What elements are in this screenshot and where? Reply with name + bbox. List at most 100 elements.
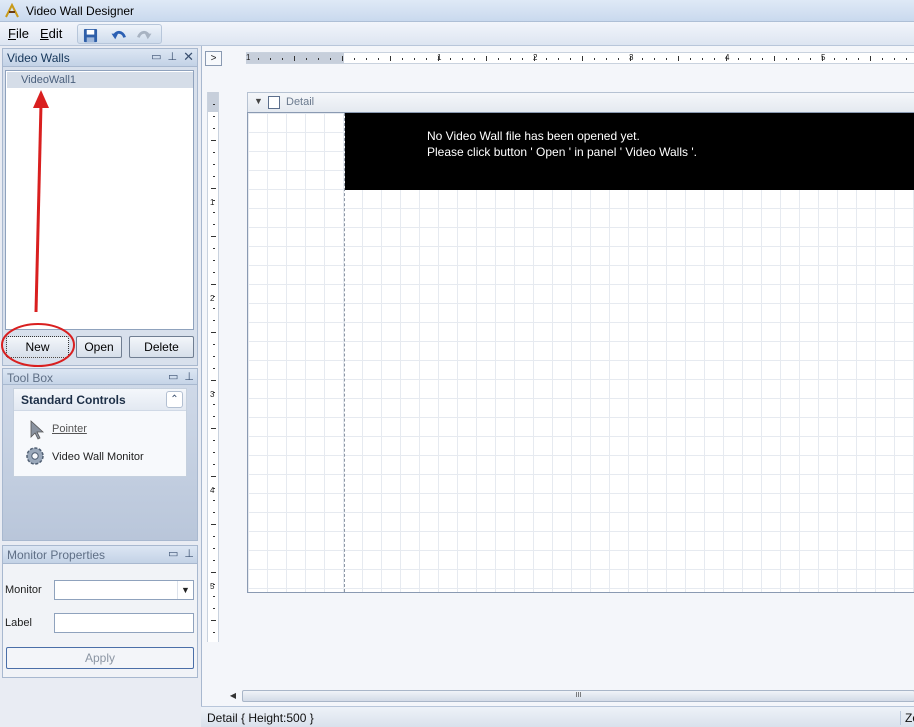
- ruler-tick: [606, 58, 607, 60]
- float-icon[interactable]: ▭: [168, 371, 178, 383]
- ruler-tick: [213, 416, 215, 417]
- ruler-tick: [213, 404, 215, 405]
- ruler-tick: [213, 512, 215, 513]
- ruler-tick: [213, 104, 215, 105]
- ruler-tick: [498, 58, 499, 60]
- video-walls-panel-title: Video Walls: [7, 51, 70, 65]
- detail-band-title: Detail: [286, 96, 315, 108]
- ruler-tick: [213, 560, 215, 561]
- ruler-tick: [213, 464, 215, 465]
- undo-button[interactable]: [110, 26, 128, 44]
- ruler-tick: [213, 272, 215, 273]
- video-walls-list[interactable]: VideoWall1: [5, 70, 194, 330]
- menu-file-accesskey: F: [8, 26, 16, 41]
- ruler-tick: [213, 632, 215, 633]
- ruler-tick: [522, 58, 523, 60]
- ruler-tick: [213, 536, 215, 537]
- toolbox-panel-title: Tool Box: [7, 371, 54, 385]
- ruler-tick: [258, 58, 259, 60]
- pin-icon[interactable]: ⊥: [168, 51, 178, 63]
- ruler-tick: [211, 620, 216, 621]
- apply-button[interactable]: Apply: [6, 647, 194, 669]
- collapse-icon[interactable]: ⌃: [166, 391, 183, 408]
- ruler-corner-button[interactable]: >: [205, 51, 222, 66]
- ruler-tick: [726, 56, 727, 61]
- ruler-tick: [822, 56, 823, 61]
- open-button[interactable]: Open: [76, 336, 122, 358]
- list-item[interactable]: VideoWall1: [7, 72, 193, 88]
- ruler-tick: [213, 452, 215, 453]
- ruler-tick: [678, 56, 679, 61]
- save-button[interactable]: [81, 26, 99, 44]
- detail-band-header[interactable]: ▼ Detail: [247, 92, 914, 112]
- ruler-tick: [213, 176, 215, 177]
- ruler-tick: [213, 308, 215, 309]
- ruler-tick: [546, 58, 547, 60]
- title-bar: Video Wall Designer: [0, 0, 914, 22]
- ruler-tick: [474, 58, 475, 60]
- ruler-tick: [213, 608, 215, 609]
- scroll-thumb[interactable]: III: [242, 690, 914, 702]
- quick-toolbar: [77, 24, 162, 44]
- message-line-2: Please click button ' Open ' in panel ' …: [427, 145, 697, 159]
- new-button[interactable]: New: [6, 336, 69, 358]
- vertical-ruler: 1 2 3 4 5: [207, 92, 219, 642]
- ruler-margin-shade: [208, 92, 218, 112]
- ruler-tick: [213, 584, 215, 585]
- ruler-tick: [211, 380, 216, 381]
- menu-edit-label: dit: [48, 26, 63, 41]
- collapse-triangle-icon[interactable]: ▼: [254, 96, 263, 106]
- pin-icon[interactable]: ⊥: [184, 371, 194, 383]
- ruler-tick: [213, 344, 215, 345]
- tool-video-wall-monitor-label: Video Wall Monitor: [52, 451, 144, 463]
- ruler-tick: [366, 58, 367, 60]
- ruler-tick: [714, 58, 715, 60]
- ruler-tick: [213, 488, 215, 489]
- ruler-tick: [762, 58, 763, 60]
- ruler-tick: [846, 58, 847, 60]
- scroll-left-icon[interactable]: ◀: [226, 689, 240, 703]
- monitor-properties-panel-title: Monitor Properties: [7, 548, 106, 562]
- horizontal-scrollbar[interactable]: ◀ III: [226, 689, 914, 703]
- ruler-tick: [354, 58, 355, 60]
- window-title: Video Wall Designer: [26, 4, 135, 18]
- menu-edit[interactable]: Edit: [40, 26, 62, 41]
- close-icon[interactable]: ✕: [183, 50, 194, 63]
- ruler-tick: [558, 58, 559, 60]
- menu-file[interactable]: File: [8, 26, 29, 41]
- monitor-select[interactable]: ▼: [54, 580, 194, 600]
- redo-icon: [137, 30, 152, 39]
- pointer-icon: [30, 420, 45, 440]
- float-icon[interactable]: ▭: [168, 548, 178, 560]
- ruler-tick: [774, 56, 775, 61]
- ruler-tick: [213, 224, 215, 225]
- ruler-tick: [211, 428, 216, 429]
- float-icon[interactable]: ▭: [151, 51, 161, 63]
- ruler-tick: [810, 58, 811, 60]
- ruler-tick: [213, 320, 215, 321]
- ruler-tick: [486, 56, 487, 61]
- redo-button[interactable]: [135, 26, 153, 44]
- ruler-tick: [402, 58, 403, 60]
- ruler-tick: [211, 188, 216, 189]
- pin-icon[interactable]: ⊥: [184, 548, 194, 560]
- standard-controls-header[interactable]: Standard Controls ⌃: [14, 389, 186, 411]
- chevron-down-icon[interactable]: ▼: [177, 581, 193, 599]
- ruler-tick: [213, 260, 215, 261]
- status-bar: Detail { Height:500 } Zo: [201, 706, 914, 727]
- ruler-tick: [211, 572, 216, 573]
- ruler-tick: [318, 58, 319, 60]
- menu-file-label: ile: [15, 26, 29, 41]
- ruler-tick: [618, 58, 619, 60]
- label-input[interactable]: [54, 613, 194, 633]
- ruler-tick: [213, 152, 215, 153]
- ruler-tick: [534, 56, 535, 61]
- ruler-tick: [858, 58, 859, 60]
- ruler-tick: [438, 56, 439, 61]
- design-canvas[interactable]: No Video Wall file has been opened yet. …: [247, 112, 914, 593]
- delete-button[interactable]: Delete: [129, 336, 194, 358]
- ruler-tick: [510, 58, 511, 60]
- tool-pointer-label: Pointer: [52, 423, 87, 435]
- ruler-tick: [582, 56, 583, 61]
- menu-bar: File Edit: [0, 22, 914, 46]
